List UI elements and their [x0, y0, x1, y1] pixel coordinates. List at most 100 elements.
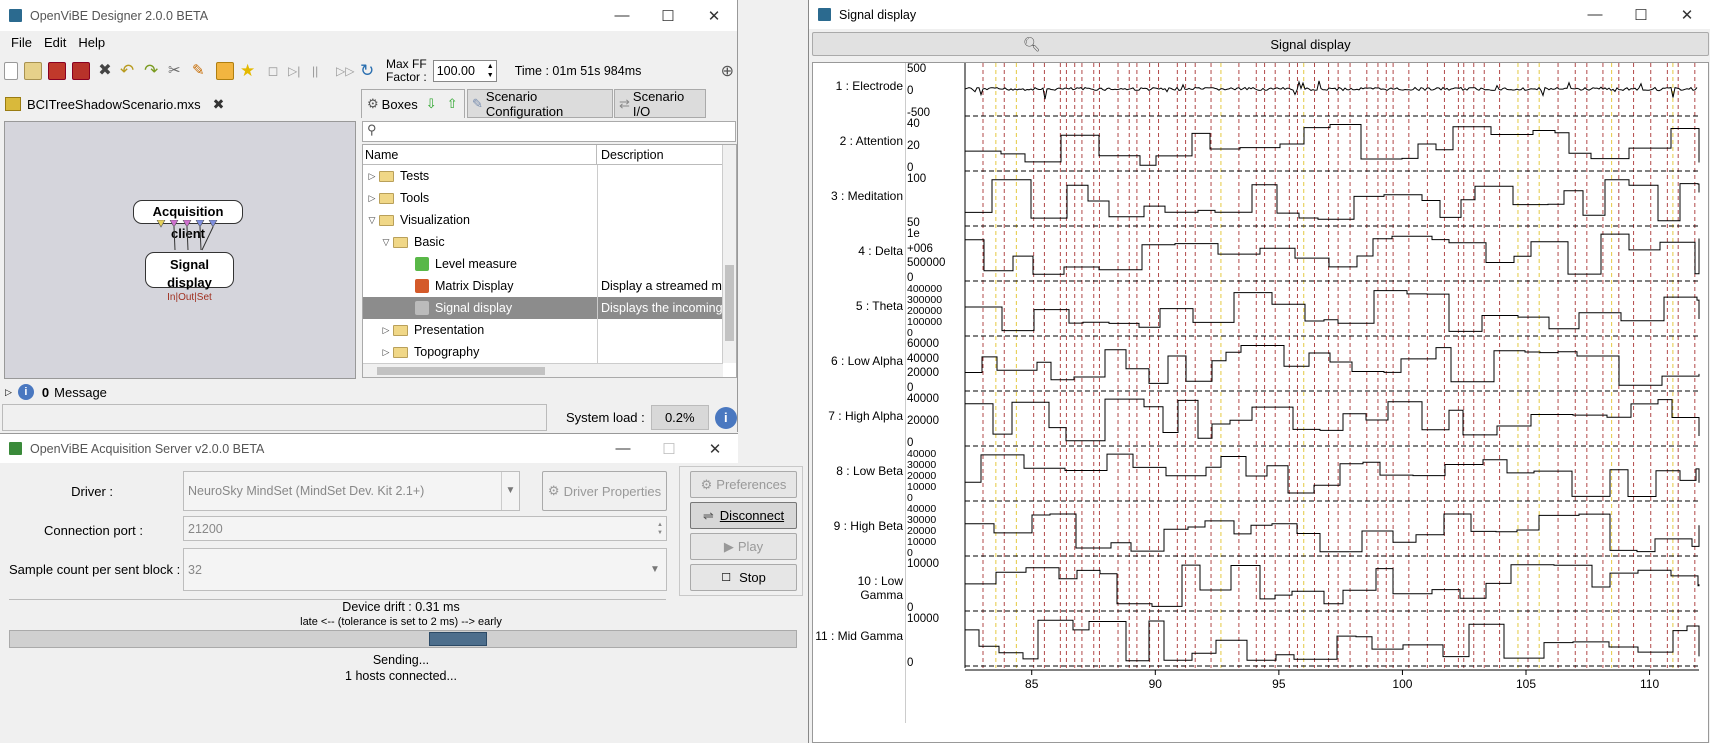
maximize-button[interactable]: ☐ [645, 7, 691, 25]
signal-maximize-button[interactable]: ☐ [1618, 6, 1664, 24]
star-icon[interactable]: ★ [240, 61, 258, 80]
box-search-field[interactable]: ⚲ [362, 121, 736, 142]
expander-arrow-icon[interactable]: ▷ [365, 193, 379, 204]
zoom-icon[interactable]: ⊕ [721, 61, 734, 81]
save-as-icon[interactable] [72, 61, 90, 80]
tree-vscroll[interactable] [722, 145, 736, 363]
hscroll-thumb[interactable] [377, 367, 545, 375]
signal-minimize-button[interactable]: — [1572, 6, 1618, 24]
signal-display-button[interactable]: 🔍︎ Signal display [812, 32, 1709, 56]
y-tick-label: 20000 [907, 415, 939, 427]
spin-arrows-icon[interactable]: ▲ ▼ [487, 62, 494, 80]
new-file-icon[interactable] [4, 61, 18, 80]
acq-close-button[interactable]: ✕ [692, 440, 738, 458]
menu-help[interactable]: Help [72, 35, 111, 50]
tree-item[interactable]: ▷ Tools [363, 187, 723, 209]
acq-app-icon [9, 442, 22, 455]
channel-label: 4 : Delta [858, 244, 903, 258]
max-ff-input[interactable]: 100.00 ▲ ▼ [432, 59, 497, 82]
port-spin-icon[interactable]: ▲ ▼ [657, 521, 666, 537]
disconnect-button[interactable]: ⇌ Disconnect [690, 502, 797, 529]
comment-icon[interactable] [216, 61, 234, 80]
y-tick-label: 500 [907, 63, 927, 75]
disconnect-icon: ⇌ [702, 507, 714, 523]
y-tick-label: 0 [907, 85, 914, 97]
boxes-tab[interactable]: ⚙ Boxes ⇩ ⇧ [361, 89, 465, 118]
open-folder-icon[interactable] [24, 61, 42, 80]
folder-icon [379, 214, 394, 226]
port-field[interactable]: 21200 ▲ ▼ [183, 516, 667, 541]
y-tick-label: 20 [907, 140, 920, 152]
channel-label: 6 : Low Alpha [830, 354, 903, 368]
tree-item[interactable]: ▷ Tests [363, 165, 723, 187]
electrode-trace [964, 80, 1698, 100]
tree-item[interactable]: Level measure [363, 253, 723, 275]
stop-button[interactable]: ☐ Stop [690, 564, 797, 591]
col-name-header[interactable]: Name [363, 145, 597, 164]
channel-label: 7 : High Alpha [828, 409, 903, 423]
refresh-icon[interactable]: ↻ [360, 61, 378, 80]
export-icon[interactable]: ⇧ [447, 96, 458, 112]
undo-icon[interactable]: ↶ [120, 61, 138, 80]
scenario-config-tab[interactable]: ✎ Scenario Configuration [467, 89, 613, 119]
driver-select[interactable]: NeuroSky MindSet (MindSet Dev. Kit 2.1+)… [183, 471, 520, 511]
tree-item[interactable]: Signal display Displays the incoming s [363, 297, 723, 319]
sample-select[interactable]: 32 ▼ [183, 548, 667, 591]
col-desc-header[interactable]: Description [597, 145, 668, 164]
pause-icon[interactable]: || [312, 62, 330, 80]
box-icon [415, 301, 429, 315]
minimize-button[interactable]: — [599, 7, 645, 25]
tree-item[interactable]: ▷ Presentation [363, 319, 723, 341]
expander-arrow-icon[interactable]: ▽ [379, 237, 393, 248]
expander-arrow-icon[interactable]: ▷ [379, 347, 393, 358]
channel-label: 9 : High Beta [833, 519, 903, 533]
scenario-io-tab[interactable]: ⇄ Scenario I/O [614, 89, 706, 119]
box-signal-display-sub: In|Out|Set [167, 292, 212, 303]
acq-titlebar: OpenViBE Acquisition Server v2.0.0 BETA … [0, 434, 738, 463]
tree-item[interactable]: Matrix Display Display a streamed ma [363, 275, 723, 297]
sample-dropdown-icon: ▼ [650, 564, 660, 575]
y-tick-label: 100 [907, 173, 927, 185]
menu-file[interactable]: File [5, 35, 38, 50]
expander-arrow-icon[interactable]: ▽ [365, 215, 379, 226]
vscroll-thumb[interactable] [725, 265, 734, 341]
x-tick-label: 90 [1149, 677, 1163, 691]
save-icon[interactable] [48, 61, 66, 80]
info-button-icon[interactable]: i [714, 406, 737, 429]
y-tick-label: 40 [907, 118, 920, 130]
tree-header: Name Description [363, 145, 736, 165]
acq-minimize-button[interactable]: — [600, 440, 646, 458]
time-display: Time : 01m 51s 984ms [514, 63, 642, 78]
signal-close-button[interactable]: ✕ [1664, 6, 1710, 24]
settings-tools-icon[interactable]: ✂ [168, 62, 186, 80]
menu-edit[interactable]: Edit [38, 35, 72, 50]
expander-arrow-icon[interactable]: ▷ [379, 325, 393, 336]
tree-item[interactable]: ▷ Topography [363, 341, 723, 363]
close-tab-icon[interactable]: ✖ [213, 96, 225, 113]
close-button[interactable]: ✕ [691, 7, 737, 25]
acq-maximize-button[interactable]: ☐ [646, 440, 692, 458]
port-label: Connection port : [43, 523, 143, 538]
y-tick-label: 1e [907, 228, 920, 240]
close-scenario-icon[interactable]: ✖ [96, 62, 114, 80]
step-icon[interactable]: ▷| [288, 62, 306, 80]
tree-item[interactable]: ▽ Visualization [363, 209, 723, 231]
box-icon [415, 257, 429, 271]
preferences-button[interactable]: ⚙ Preferences [690, 471, 797, 498]
stop-icon[interactable]: ◻ [264, 62, 282, 80]
driver-properties-button[interactable]: ⚙ Driver Properties [542, 471, 667, 511]
play-button[interactable]: ▶ Play [690, 533, 797, 560]
edit-icon[interactable]: ✎ [192, 62, 210, 80]
box-signal-display[interactable]: Signal display In|Out|Set [145, 252, 234, 303]
scenario-tab[interactable]: BCITreeShadowScenario.mxs ✖ [0, 90, 243, 118]
redo-icon[interactable]: ↷ [144, 61, 162, 80]
fast-forward-icon[interactable]: ▷▷ [336, 62, 354, 80]
expand-arrow[interactable]: ▷ [5, 387, 12, 398]
scenario-canvas[interactable]: Acquisition client Signal display In|Out… [4, 121, 356, 379]
expander-arrow-icon[interactable]: ▷ [365, 171, 379, 182]
import-icon[interactable]: ⇩ [426, 96, 437, 112]
tree-item[interactable]: ▽ Basic [363, 231, 723, 253]
message-area [2, 404, 547, 431]
tree-item-label: Signal display [435, 301, 513, 315]
tree-hscroll[interactable] [363, 363, 723, 377]
